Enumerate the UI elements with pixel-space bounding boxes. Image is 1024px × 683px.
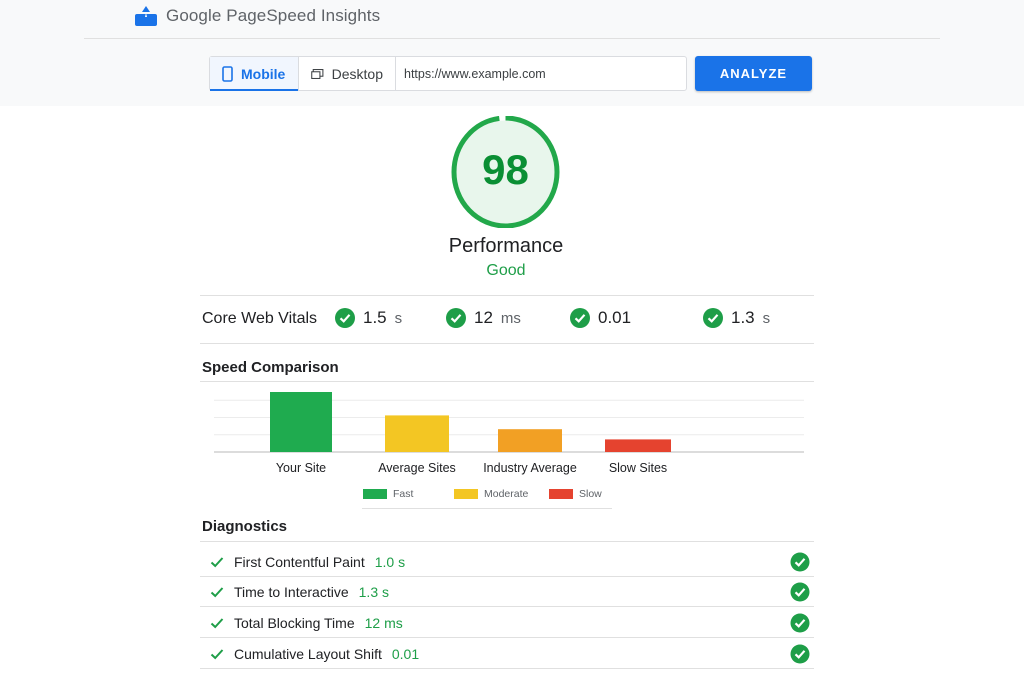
check-circle-icon	[790, 552, 810, 572]
pagespeed-logo-icon	[135, 6, 157, 26]
brand-product: PageSpeed Insights	[226, 6, 381, 25]
check-circle-icon	[446, 308, 466, 328]
cwv-unit: ms	[500, 309, 521, 327]
diagnostic-name: Cumulative Layout Shift	[234, 646, 382, 662]
check-circle-icon	[570, 308, 590, 328]
cwv-metric: 1.5 s	[335, 308, 402, 328]
legend-swatch	[549, 489, 573, 499]
performance-rating: Good	[486, 262, 526, 279]
diagnostic-value: 1.0 s	[374, 554, 406, 570]
checkmark-icon	[210, 618, 224, 629]
performance-title: Performance	[448, 235, 564, 257]
divider	[200, 637, 814, 638]
legend-item: Moderate	[454, 488, 528, 500]
diagnostic-row[interactable]: Total Blocking Time 12 ms	[200, 608, 814, 638]
url-input[interactable]	[396, 57, 686, 90]
diagnostic-name: Time to Interactive	[234, 584, 349, 600]
tab-desktop-label: Desktop	[331, 65, 383, 82]
legend-swatch	[454, 489, 478, 499]
performance-score: 98	[482, 146, 529, 193]
brand-name: Google PageSpeed Insights	[166, 6, 380, 26]
mobile-icon	[222, 65, 233, 82]
divider	[200, 606, 814, 607]
desktop-icon	[311, 68, 324, 79]
check-circle-icon	[335, 308, 355, 328]
header-divider	[84, 38, 940, 39]
cwv-value: 12	[474, 308, 493, 327]
cwv-metric: 0.01	[570, 308, 639, 328]
legend-divider	[362, 508, 612, 509]
legend-label: Fast	[393, 488, 414, 500]
bar-slow-sites	[605, 439, 671, 452]
checkmark-icon	[210, 587, 224, 598]
cwv-unit: s	[394, 309, 403, 327]
diagnostic-name: First Contentful Paint	[234, 554, 365, 570]
divider	[200, 668, 814, 669]
core-web-vitals-label: Core Web Vitals	[202, 310, 318, 327]
checkmark-icon	[210, 649, 224, 660]
check-circle-icon	[790, 582, 810, 602]
diagnostic-value: 1.3 s	[358, 584, 389, 600]
speed-comparison-title: Speed Comparison	[202, 359, 339, 376]
check-circle-icon	[703, 308, 723, 328]
diagnostic-value: 12 ms	[364, 615, 403, 631]
check-circle-icon	[790, 644, 810, 664]
x-tick-label: Average Sites	[378, 461, 456, 475]
bar-your-site	[270, 392, 332, 452]
brand-logo[interactable]: Google PageSpeed Insights	[134, 5, 380, 27]
divider	[200, 295, 814, 296]
check-circle-icon	[790, 613, 810, 633]
cwv-value: 1.5	[363, 308, 387, 327]
checkmark-icon	[210, 557, 224, 568]
cwv-unit: s	[762, 309, 771, 327]
diagnostic-name: Total Blocking Time	[234, 615, 355, 631]
divider	[200, 343, 814, 344]
analyze-button[interactable]: ANALYZE	[695, 56, 812, 91]
divider	[200, 541, 814, 542]
tab-mobile[interactable]: Mobile	[210, 57, 299, 91]
legend-item: Fast	[363, 488, 413, 500]
bar-average-sites	[385, 415, 449, 452]
cwv-metric: 12 ms	[446, 308, 521, 328]
diagnostic-row[interactable]: Cumulative Layout Shift 0.01	[200, 639, 814, 669]
legend-label: Slow	[579, 488, 602, 500]
diagnostic-value: 0.01	[391, 646, 420, 662]
diagnostic-row[interactable]: First Contentful Paint 1.0 s	[200, 547, 814, 577]
legend-label: Moderate	[484, 488, 529, 500]
brand-google: Google	[166, 6, 222, 25]
legend-item: Slow	[549, 488, 602, 500]
cwv-metric: 1.3 s	[703, 308, 770, 328]
legend-swatch	[363, 489, 387, 499]
cwv-value: 0.01	[598, 308, 632, 327]
bar-industry-average	[498, 429, 562, 452]
x-tick-label: Slow Sites	[609, 461, 667, 475]
x-tick-label: Industry Average	[483, 461, 577, 475]
tab-mobile-label: Mobile	[241, 65, 286, 82]
x-tick-label: Your Site	[276, 461, 326, 475]
tab-desktop[interactable]: Desktop	[299, 57, 396, 90]
analysis-form: Mobile Desktop	[209, 56, 687, 91]
cwv-value: 1.3	[731, 308, 755, 327]
diagnostics-title: Diagnostics	[202, 518, 288, 535]
pagespeed-app: Google PageSpeed Insights Mobile Desktop…	[0, 0, 1024, 683]
diagnostic-row[interactable]: Time to Interactive 1.3 s	[200, 577, 814, 607]
